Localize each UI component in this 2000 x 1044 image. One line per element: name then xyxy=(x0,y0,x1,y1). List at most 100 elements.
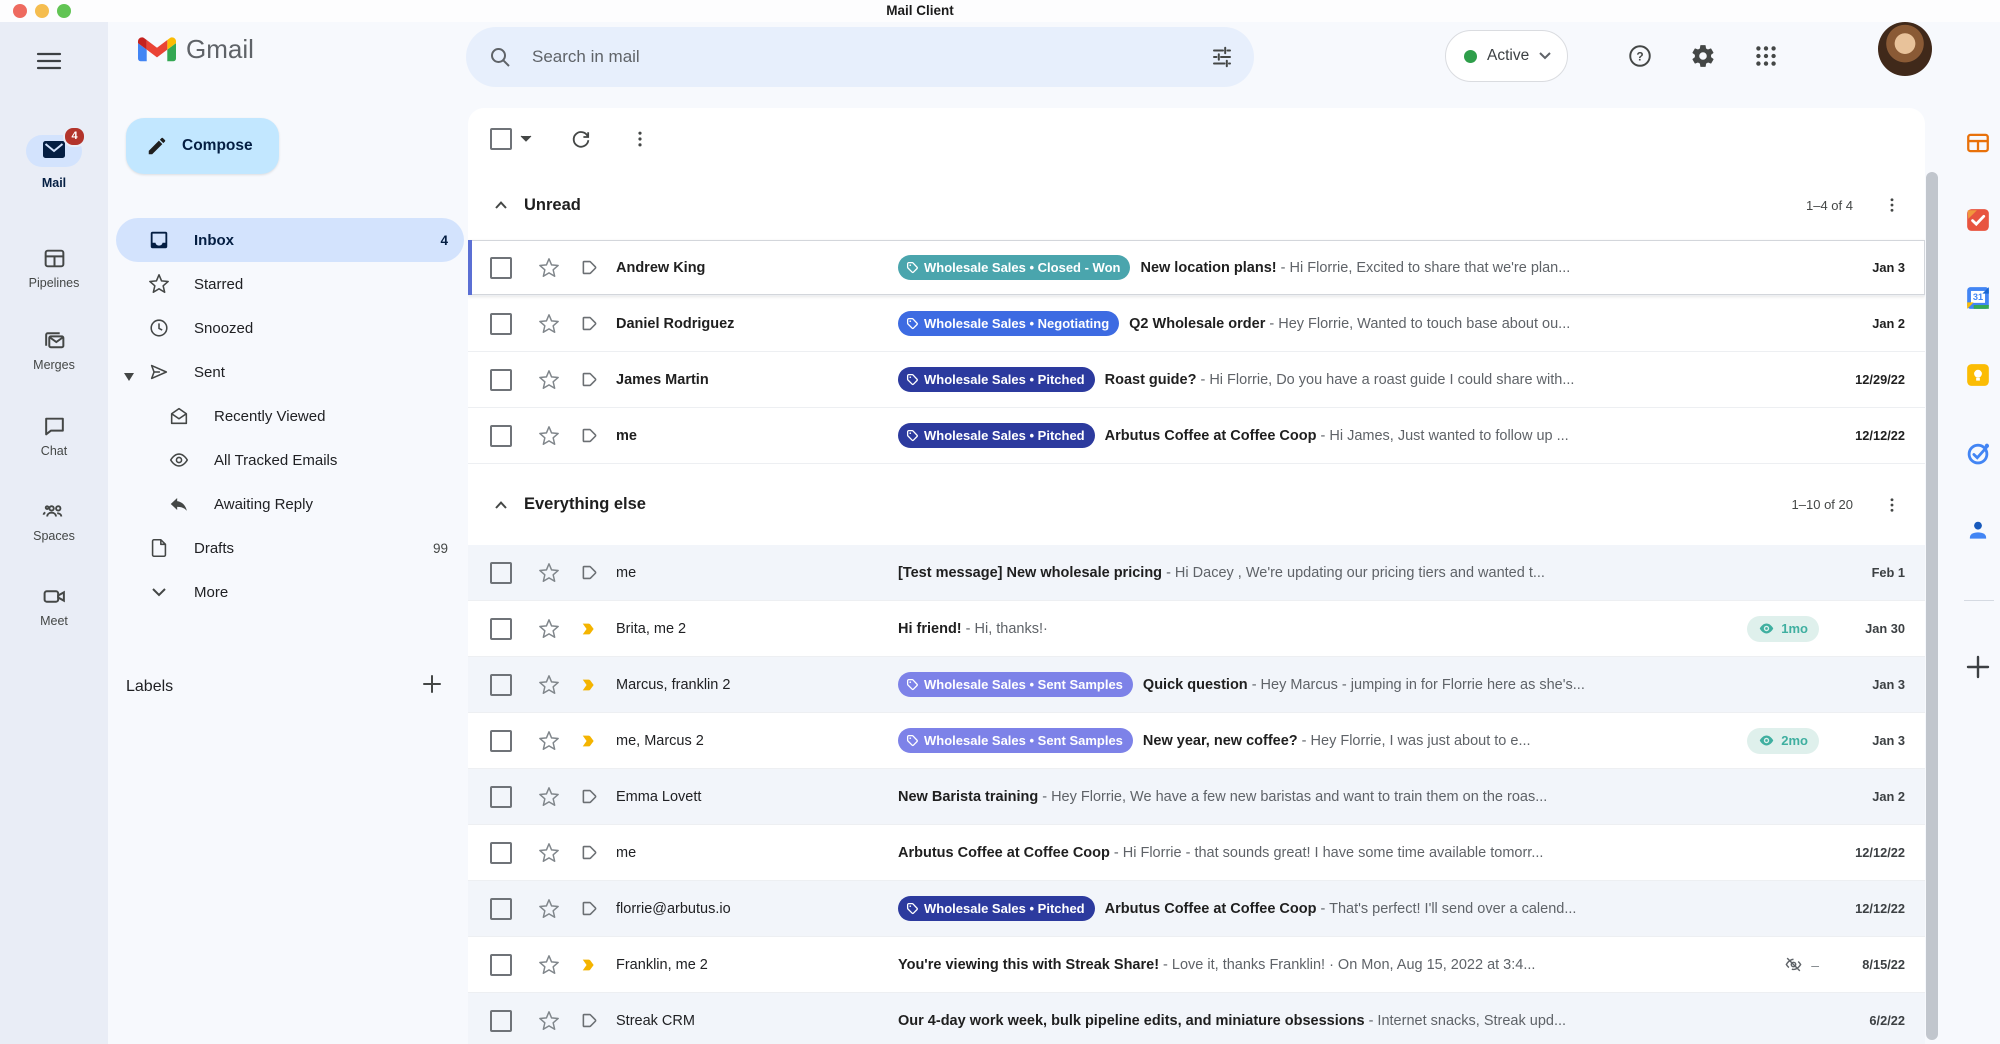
streak-box-icon[interactable] xyxy=(578,425,600,446)
streak-box-icon[interactable] xyxy=(578,842,600,863)
star-icon[interactable] xyxy=(538,954,560,976)
streak-box-icon[interactable] xyxy=(578,313,600,334)
row-checkbox[interactable] xyxy=(490,786,512,808)
rail-item-meet[interactable]: Meet xyxy=(0,584,108,628)
window-close-button[interactable] xyxy=(13,4,27,18)
star-icon[interactable] xyxy=(538,425,560,447)
row-checkbox[interactable] xyxy=(490,674,512,696)
google-tasks-icon[interactable] xyxy=(1965,440,1991,466)
mail-row[interactable]: Andrew KingWholesale Sales • Closed - Wo… xyxy=(468,240,1925,296)
mail-row[interactable]: meWholesale Sales • PitchedArbutus Coffe… xyxy=(468,408,1925,464)
star-icon[interactable] xyxy=(538,618,560,640)
select-dropdown-icon[interactable] xyxy=(520,130,532,148)
nav-item-recently-viewed[interactable]: Recently Viewed xyxy=(116,394,464,438)
importance-marker-icon[interactable] xyxy=(578,955,600,975)
star-icon[interactable] xyxy=(538,842,560,864)
window-zoom-button[interactable] xyxy=(57,4,71,18)
pipeline-stage-badge[interactable]: Wholesale Sales • Sent Samples xyxy=(898,728,1133,753)
add-label-icon[interactable] xyxy=(422,674,442,699)
streak-pipelines-icon[interactable] xyxy=(1965,130,1991,156)
mail-row[interactable]: Brita, me 2Hi friend! - Hi, thanks!·1moJ… xyxy=(468,601,1925,657)
section-more-icon[interactable] xyxy=(1883,496,1901,514)
status-dropdown[interactable]: Active xyxy=(1445,30,1568,82)
star-icon[interactable] xyxy=(538,730,560,752)
nav-item-snoozed[interactable]: Snoozed xyxy=(116,306,464,350)
streak-box-icon[interactable] xyxy=(578,786,600,807)
row-checkbox[interactable] xyxy=(490,730,512,752)
collapse-section-icon[interactable] xyxy=(494,200,508,210)
nav-item-drafts[interactable]: Drafts 99 xyxy=(116,526,464,570)
streak-box-icon[interactable] xyxy=(578,898,600,919)
row-checkbox[interactable] xyxy=(490,1010,512,1032)
row-checkbox[interactable] xyxy=(490,369,512,391)
row-checkbox[interactable] xyxy=(490,425,512,447)
mail-row[interactable]: Marcus, franklin 2Wholesale Sales • Sent… xyxy=(468,657,1925,713)
get-addons-plus-icon[interactable] xyxy=(1964,653,1992,686)
mail-row[interactable]: meArbutus Coffee at Coffee Coop - Hi Flo… xyxy=(468,825,1925,881)
more-options-icon[interactable] xyxy=(630,129,650,149)
google-keep-icon[interactable] xyxy=(1965,362,1991,388)
mail-row[interactable]: me, Marcus 2Wholesale Sales • Sent Sampl… xyxy=(468,713,1925,769)
nav-item-starred[interactable]: Starred xyxy=(116,262,464,306)
search-input[interactable] xyxy=(530,46,1200,68)
nav-item-inbox[interactable]: Inbox 4 xyxy=(116,218,464,262)
mail-row[interactable]: me[Test message] New wholesale pricing -… xyxy=(468,545,1925,601)
row-checkbox[interactable] xyxy=(490,618,512,640)
streak-box-icon[interactable] xyxy=(578,369,600,390)
star-icon[interactable] xyxy=(538,898,560,920)
star-icon[interactable] xyxy=(538,786,560,808)
nav-item-awaiting-reply[interactable]: Awaiting Reply xyxy=(116,482,464,526)
streak-box-icon[interactable] xyxy=(578,1010,600,1031)
importance-marker-icon[interactable] xyxy=(578,675,600,695)
star-icon[interactable] xyxy=(538,1010,560,1032)
mail-row[interactable]: Emma LovettNew Barista training - Hey Fl… xyxy=(468,769,1925,825)
nav-item-all-tracked-emails[interactable]: All Tracked Emails xyxy=(116,438,464,482)
settings-gear-icon[interactable] xyxy=(1690,43,1716,69)
pipeline-stage-badge[interactable]: Wholesale Sales • Pitched xyxy=(898,896,1095,921)
email-tracking-addon-icon[interactable] xyxy=(1965,207,1991,233)
rail-item-merges[interactable]: Merges xyxy=(0,328,108,372)
main-menu-icon[interactable] xyxy=(36,50,62,72)
mail-row[interactable]: Franklin, me 2You're viewing this with S… xyxy=(468,937,1925,993)
window-minimize-button[interactable] xyxy=(35,4,49,18)
search-icon[interactable] xyxy=(488,45,512,69)
help-icon[interactable]: ? xyxy=(1627,43,1653,69)
scrollbar[interactable] xyxy=(1926,172,1938,1040)
google-calendar-icon[interactable]: 31 xyxy=(1965,285,1991,311)
row-checkbox[interactable] xyxy=(490,842,512,864)
row-checkbox[interactable] xyxy=(490,562,512,584)
rail-item-chat[interactable]: Chat xyxy=(0,414,108,458)
rail-item-spaces[interactable]: Spaces xyxy=(0,499,108,543)
refresh-icon[interactable] xyxy=(570,128,592,150)
pipeline-stage-badge[interactable]: Wholesale Sales • Negotiating xyxy=(898,311,1119,336)
pipeline-stage-badge[interactable]: Wholesale Sales • Sent Samples xyxy=(898,672,1133,697)
mail-row[interactable]: Streak CRMOur 4-day work week, bulk pipe… xyxy=(468,993,1925,1044)
row-checkbox[interactable] xyxy=(490,257,512,279)
collapse-section-icon[interactable] xyxy=(494,500,508,510)
mail-row[interactable]: Daniel RodriguezWholesale Sales • Negoti… xyxy=(468,296,1925,352)
star-icon[interactable] xyxy=(538,562,560,584)
select-all-checkbox[interactable] xyxy=(490,128,512,150)
profile-avatar[interactable] xyxy=(1878,22,1932,76)
streak-box-icon[interactable] xyxy=(578,257,600,278)
pipeline-stage-badge[interactable]: Wholesale Sales • Closed - Won xyxy=(898,255,1130,280)
search-options-icon[interactable] xyxy=(1200,35,1244,79)
row-checkbox[interactable] xyxy=(490,898,512,920)
importance-marker-icon[interactable] xyxy=(578,731,600,751)
streak-box-icon[interactable] xyxy=(578,562,600,583)
row-checkbox[interactable] xyxy=(490,313,512,335)
rail-item-pipelines[interactable]: Pipelines xyxy=(0,246,108,290)
star-icon[interactable] xyxy=(538,257,560,279)
star-icon[interactable] xyxy=(538,369,560,391)
star-icon[interactable] xyxy=(538,313,560,335)
importance-marker-icon[interactable] xyxy=(578,619,600,639)
nav-item-sent[interactable]: Sent xyxy=(116,350,464,394)
mail-row[interactable]: florrie@arbutus.ioWholesale Sales • Pitc… xyxy=(468,881,1925,937)
star-icon[interactable] xyxy=(538,674,560,696)
pipeline-stage-badge[interactable]: Wholesale Sales • Pitched xyxy=(898,423,1095,448)
compose-button[interactable]: Compose xyxy=(126,118,279,174)
row-checkbox[interactable] xyxy=(490,954,512,976)
mail-row[interactable]: James MartinWholesale Sales • PitchedRoa… xyxy=(468,352,1925,408)
google-contacts-icon[interactable] xyxy=(1965,517,1991,543)
collapse-sent-icon[interactable] xyxy=(124,368,134,386)
